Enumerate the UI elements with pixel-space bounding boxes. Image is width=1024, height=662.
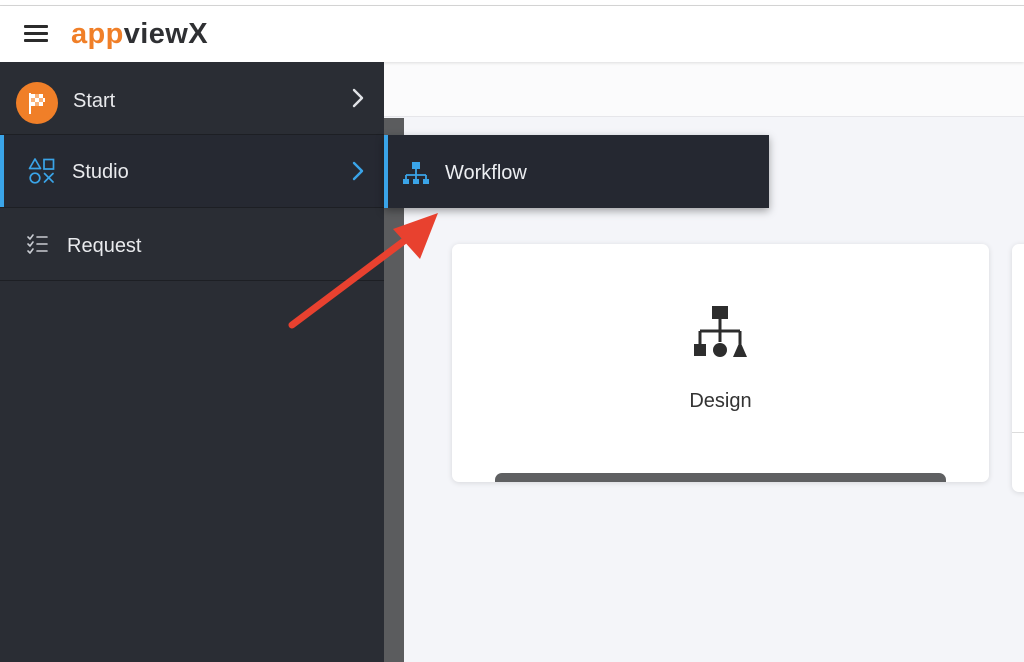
content-toolbar [384, 62, 1024, 117]
workflow-hierarchy-icon [402, 161, 430, 187]
sidebar-item-label: Request [67, 235, 142, 257]
checkered-flag-icon [16, 82, 58, 124]
app-header: appviewX [0, 6, 1024, 62]
logo-text-app: app [71, 18, 124, 50]
card-label: Design [689, 390, 752, 412]
design-card[interactable]: Design [452, 244, 989, 482]
sidebar-item-start[interactable]: Start [0, 62, 384, 135]
submenu-item-label: Workflow [445, 162, 527, 184]
chevron-right-icon [352, 88, 364, 108]
app-logo[interactable]: appviewX [71, 16, 208, 52]
card-divider [1012, 432, 1024, 433]
card-action-bar[interactable] [495, 473, 946, 482]
sidebar-item-studio[interactable]: Studio [0, 135, 384, 208]
sidebar-nav: Start Studio Request [0, 62, 384, 662]
sidebar-item-label: Studio [72, 161, 129, 183]
submenu-item-workflow[interactable]: Workflow [384, 135, 769, 208]
logo-text-viewx: viewX [123, 18, 208, 50]
sidebar-item-label: Start [73, 90, 116, 112]
design-hierarchy-icon [692, 304, 748, 362]
chevron-right-icon [352, 161, 364, 181]
shapes-icon [28, 157, 56, 185]
hamburger-menu-icon[interactable] [22, 22, 50, 46]
sidebar-item-request[interactable]: Request [0, 208, 384, 281]
next-card-partial[interactable] [1012, 244, 1024, 492]
checklist-icon [26, 232, 50, 256]
